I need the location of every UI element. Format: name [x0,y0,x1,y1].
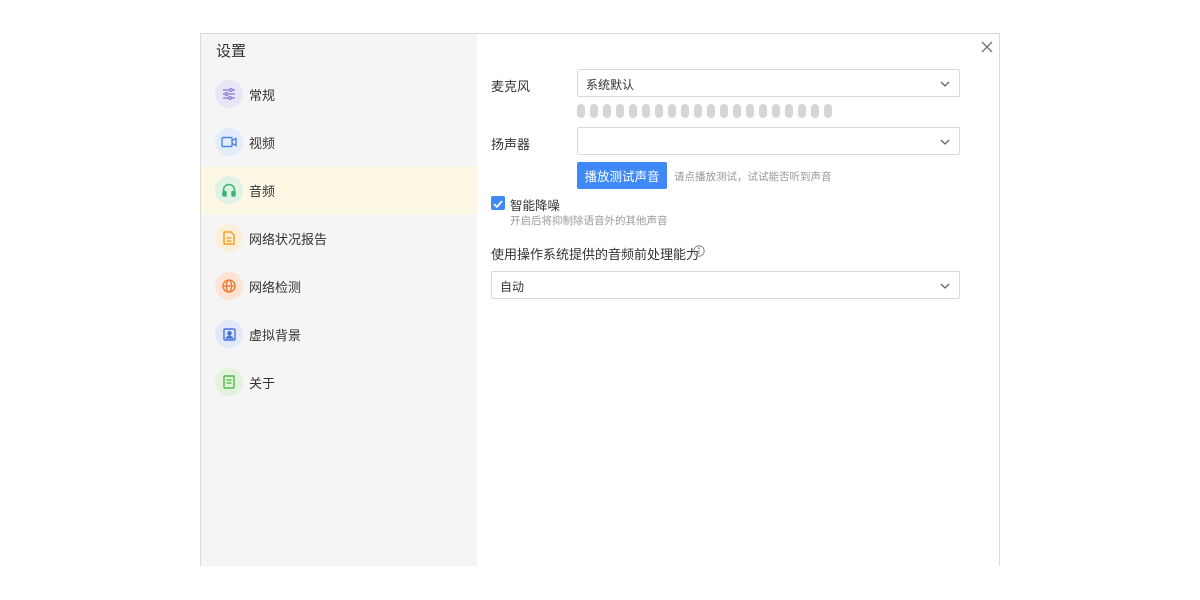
close-icon[interactable] [979,39,995,55]
mic-level-segment [798,104,806,118]
mic-level-segment [785,104,793,118]
play-test-sound-button[interactable]: 播放测试声音 [577,162,667,189]
sidebar-item-label: 视频 [249,137,276,152]
os-processing-select[interactable]: 自动 [491,271,960,299]
mic-level-segment [655,104,663,118]
mic-level-segment [707,104,715,118]
mic-level-segment [759,104,767,118]
chevron-down-icon [940,81,950,87]
microphone-select-value: 系统默认 [586,78,635,92]
test-hint: 请点播放测试，试试能否听到声音 [674,171,832,183]
mic-level-segment [590,104,598,118]
mic-level-segment [772,104,780,118]
sliders-icon [215,80,243,108]
microphone-label: 麦克风 [491,80,531,95]
sidebar-item-label: 网络状况报告 [249,233,328,248]
mic-level-segment [642,104,650,118]
info-doc-icon [215,368,243,396]
audio-settings-panel: 麦克风 系统默认 扬声器 播放测试声音 请点播放测试，试试能否听到声音 智能降噪… [477,34,999,566]
sidebar-item-label: 虚拟背景 [249,329,302,344]
mic-level-segment [603,104,611,118]
dialog-title: 设置 [216,42,247,60]
headphones-icon [215,176,243,204]
sidebar-item-network-test[interactable]: 网络检测 [201,262,477,310]
sidebar-item-virtual-background[interactable]: 虚拟背景 [201,310,477,358]
sidebar-item-audio[interactable]: 音频 [201,166,477,214]
mic-level-segment [720,104,728,118]
sidebar-item-label: 常规 [249,89,276,104]
chevron-down-icon [940,139,950,145]
noise-suppression-label: 智能降噪 [510,198,561,213]
os-processing-label: 使用操作系统提供的音频前处理能力 [491,248,700,263]
mic-level-segment [616,104,624,118]
report-icon [215,224,243,252]
info-icon[interactable] [693,245,705,257]
mic-level-segment [694,104,702,118]
mic-level-segment [824,104,832,118]
sidebar: 设置 常规 视频 音频 网络状况报告 网络检测 虚拟背景 关于 [201,34,477,566]
sidebar-item-label: 音频 [249,185,276,200]
sidebar-item-general[interactable]: 常规 [201,70,477,118]
camera-icon [215,128,243,156]
speaker-select[interactable] [577,127,960,155]
mic-level-segment [577,104,585,118]
noise-suppression-checkbox[interactable] [491,196,505,210]
chevron-down-icon [940,283,950,289]
mic-level-segment [668,104,676,118]
os-processing-select-value: 自动 [500,280,525,294]
sidebar-item-label: 关于 [249,377,276,392]
mic-level-segment [811,104,819,118]
portrait-icon [215,320,243,348]
noise-suppression-desc: 开启后将抑制除语音外的其他声音 [510,215,668,227]
settings-dialog: 设置 常规 视频 音频 网络状况报告 网络检测 虚拟背景 关于 麦克风 系统默认… [200,33,1000,566]
speaker-label: 扬声器 [491,138,531,153]
sidebar-item-about[interactable]: 关于 [201,358,477,406]
sidebar-item-label: 网络检测 [249,281,302,296]
mic-level-meter [577,104,832,118]
sidebar-item-video[interactable]: 视频 [201,118,477,166]
mic-level-segment [733,104,741,118]
sidebar-item-network-report[interactable]: 网络状况报告 [201,214,477,262]
check-icon [493,200,503,209]
globe-icon [215,272,243,300]
microphone-select[interactable]: 系统默认 [577,69,960,97]
mic-level-segment [681,104,689,118]
mic-level-segment [629,104,637,118]
mic-level-segment [746,104,754,118]
